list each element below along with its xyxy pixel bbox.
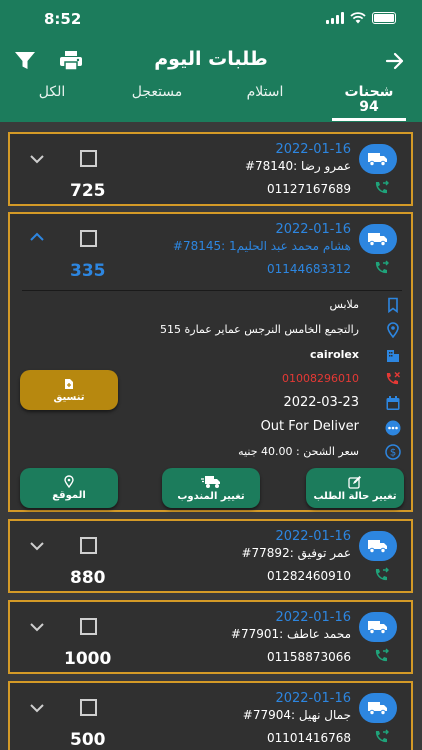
- order-card[interactable]: 2022-01-16 #77904: جمال نهيل 01101416768…: [8, 681, 413, 750]
- button-label: تنسيق: [53, 391, 85, 403]
- back-button[interactable]: [382, 48, 408, 74]
- button-label: تغيير المندوب: [177, 490, 245, 502]
- button-label: الموقع: [52, 490, 86, 501]
- phone-forward-icon[interactable]: [373, 729, 389, 745]
- change-courier-button[interactable]: تغيير المندوب: [162, 468, 260, 508]
- order-number: #78145: هشام محمد عبد الحليم1: [172, 239, 351, 253]
- page-title: طلبات اليوم: [154, 48, 268, 70]
- order-date: 2022-01-16: [275, 222, 351, 237]
- coordinate-button[interactable]: تنسيق: [20, 370, 118, 410]
- order-card[interactable]: 2022-01-16 #77892: عمر توفيق 01282460910…: [8, 519, 413, 593]
- svg-text:$: $: [390, 448, 396, 459]
- order-date: 2022-01-16: [275, 610, 351, 625]
- building-icon: [387, 350, 399, 362]
- order-number: #77901: محمد عاطف: [230, 627, 351, 641]
- order-phone: 01158873066: [267, 650, 351, 664]
- chevron-up-icon[interactable]: [28, 230, 46, 244]
- order-date: 2022-01-16: [275, 529, 351, 544]
- chevron-down-icon[interactable]: [28, 701, 46, 715]
- tab-shipments[interactable]: شحنات 94: [334, 84, 404, 115]
- order-amount: 880: [70, 568, 106, 588]
- detail-status: Out For Deliver: [260, 419, 359, 434]
- location-pin-icon: [387, 322, 399, 338]
- order-number: #77892: عمر توفيق: [241, 546, 351, 560]
- order-card[interactable]: 2022-01-16 #78140: عمرو رضا 01127167689 …: [8, 132, 413, 206]
- phone-forward-icon[interactable]: [373, 648, 389, 664]
- top-bar: طلبات اليوم: [0, 46, 422, 76]
- app-header: 8:52 طلبات اليوم شحنات 94 استلام مستعجل …: [0, 0, 422, 122]
- truck-icon: [359, 612, 397, 642]
- order-phone: 01127167689: [267, 182, 351, 196]
- phone-missed-icon: [386, 372, 400, 385]
- arrow-right-icon: [385, 52, 404, 70]
- tab-pickup[interactable]: استلام: [230, 84, 300, 100]
- order-amount: 1000: [64, 649, 112, 669]
- active-tab-indicator: [332, 118, 406, 121]
- status-icons: [326, 12, 396, 24]
- calendar-icon: [386, 396, 400, 410]
- order-card[interactable]: 2022-01-16 #77901: محمد عاطف 01158873066…: [8, 600, 413, 674]
- more-icon: [385, 420, 401, 436]
- detail-company: cairolex: [309, 348, 359, 361]
- truck-icon: [359, 531, 397, 561]
- bookmark-icon: [388, 297, 398, 313]
- order-checkbox[interactable]: [80, 150, 97, 167]
- truck-icon: [359, 144, 397, 174]
- tab-bar: شحنات 94 استلام مستعجل الكل: [0, 82, 422, 122]
- change-status-button[interactable]: تغيير حالة الطلب: [306, 468, 404, 508]
- order-phone: 01282460910: [267, 569, 351, 583]
- phone-forward-icon[interactable]: [373, 567, 389, 583]
- status-bar: 8:52: [0, 8, 422, 32]
- order-number: #78140: عمرو رضا: [244, 159, 351, 173]
- button-label: تغيير حالة الطلب: [313, 490, 397, 502]
- tab-urgent[interactable]: مستعجل: [122, 84, 192, 100]
- wifi-icon: [350, 12, 366, 24]
- detail-shipping-price: سعر الشحن : 40.00 جنيه: [238, 445, 359, 458]
- order-phone: 01101416768: [267, 731, 351, 745]
- chevron-down-icon[interactable]: [28, 620, 46, 634]
- order-checkbox[interactable]: [80, 699, 97, 716]
- detail-item: ملابس: [329, 298, 359, 311]
- signal-icon: [326, 12, 344, 24]
- order-amount: 500: [70, 730, 106, 750]
- order-number: #77904: جمال نهيل: [242, 708, 351, 722]
- tab-count: 94: [359, 99, 379, 115]
- order-card-expanded[interactable]: 2022-01-16 #78145: هشام محمد عبد الحليم1…: [8, 212, 413, 512]
- order-date: 2022-01-16: [275, 691, 351, 706]
- chevron-down-icon[interactable]: [28, 152, 46, 166]
- dollar-icon: $: [385, 444, 401, 460]
- order-date: 2022-01-16: [275, 142, 351, 157]
- phone-forward-icon[interactable]: [373, 260, 389, 276]
- edit-icon: [348, 475, 361, 489]
- order-amount: 335: [70, 261, 106, 281]
- location-pin-icon: [64, 475, 74, 488]
- truck-fast-icon: [201, 475, 220, 488]
- detail-address: رالتجمع الخامس النرجس عماير عمارة 515: [160, 323, 359, 336]
- order-checkbox[interactable]: [80, 537, 97, 554]
- add-file-icon: [65, 378, 73, 389]
- order-phone: 01144683312: [267, 262, 351, 276]
- battery-icon: [372, 12, 396, 24]
- truck-icon: [359, 224, 397, 254]
- location-button[interactable]: الموقع: [20, 468, 118, 508]
- phone-forward-icon[interactable]: [373, 180, 389, 196]
- truck-icon: [359, 693, 397, 723]
- tab-label: شحنات: [344, 84, 394, 100]
- detail-date: 2022-03-23: [283, 395, 359, 410]
- divider: [22, 290, 402, 291]
- chevron-down-icon[interactable]: [28, 539, 46, 553]
- status-time: 8:52: [44, 10, 82, 28]
- detail-alt-phone[interactable]: 01008296010: [282, 372, 359, 385]
- order-amount: 725: [70, 181, 106, 201]
- tab-all[interactable]: الكل: [20, 84, 84, 100]
- order-checkbox[interactable]: [80, 618, 97, 635]
- order-checkbox[interactable]: [80, 230, 97, 247]
